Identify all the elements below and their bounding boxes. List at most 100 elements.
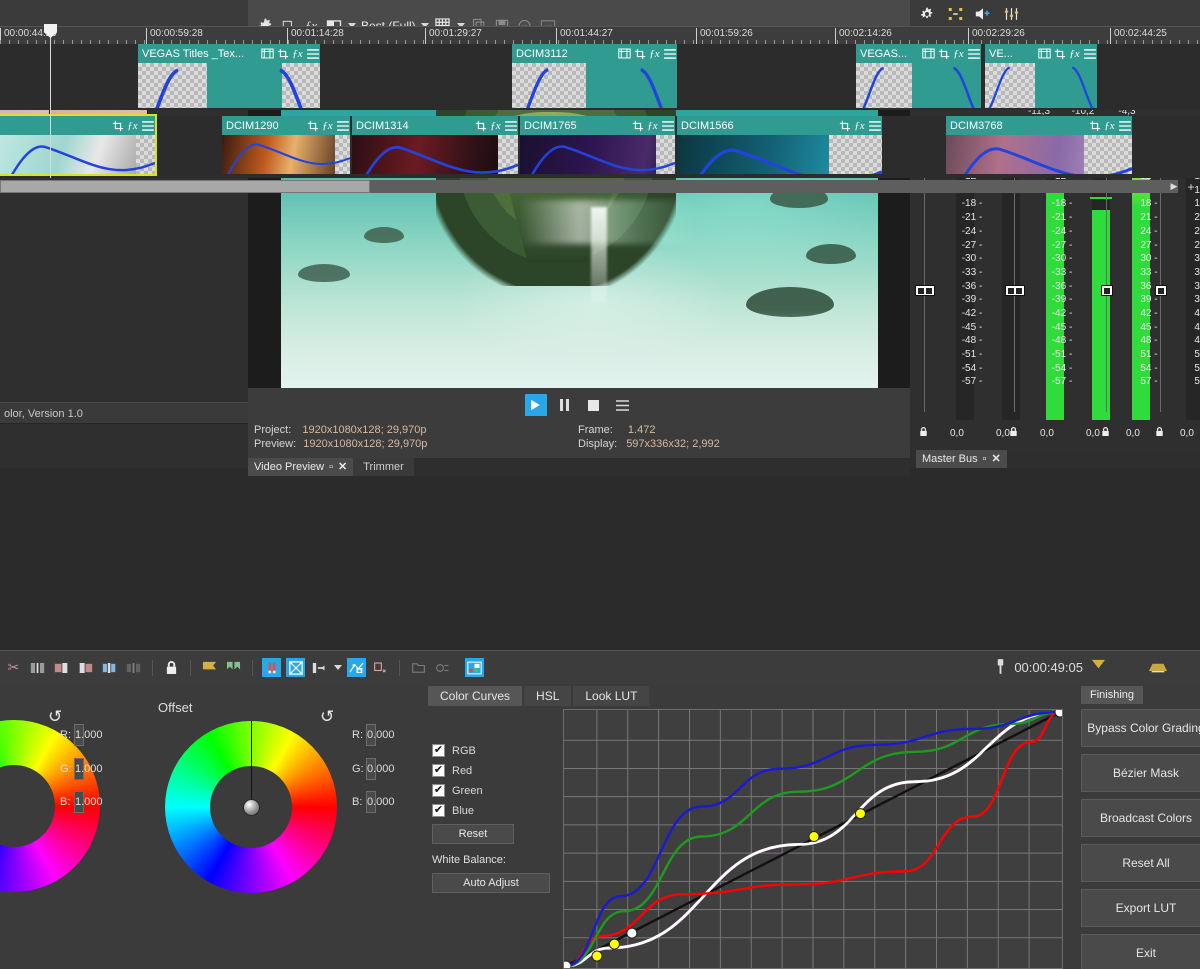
scroll-right-icon[interactable]: ▶ [1166, 180, 1182, 193]
tab-finishing[interactable]: Finishing [1081, 686, 1144, 704]
clip-body[interactable] [138, 63, 320, 108]
channel-fader[interactable] [915, 285, 935, 296]
lock-icon[interactable] [162, 658, 181, 677]
trim-left-icon[interactable] [52, 658, 71, 677]
split-icon[interactable] [28, 658, 47, 677]
event-fx-icon[interactable]: ƒx [1102, 118, 1117, 133]
clip-header[interactable]: VE... ƒx [985, 44, 1097, 63]
gain-red-value[interactable]: 1.000 [74, 724, 103, 746]
trim-out-icon[interactable] [124, 658, 143, 677]
timeline-cursor[interactable] [50, 26, 51, 178]
timeline-track-1[interactable]: VEGAS Titles _Tex... ƒx DCIM3112 ƒx VEGAS.… [0, 44, 1200, 110]
audio-routing-icon[interactable] [946, 5, 964, 23]
event-menu-icon[interactable] [1117, 118, 1132, 133]
gain-blue-value[interactable]: 1.000 [74, 791, 103, 813]
play-icon[interactable] [524, 394, 547, 416]
event-fx-icon[interactable]: ƒx [125, 118, 140, 133]
lock-icon[interactable] [1155, 426, 1164, 440]
timeline-clip[interactable]: DCIM3768 ƒx [946, 116, 1132, 174]
clip-header[interactable]: VEGAS... ƒx [856, 44, 981, 63]
exit-button[interactable]: Exit [1081, 934, 1200, 969]
timeline-clip[interactable]: DCIM3112 ƒx [512, 44, 677, 108]
clip-body[interactable] [856, 63, 981, 108]
trim-in-icon[interactable] [100, 658, 119, 677]
event-fx-icon[interactable]: ƒx [290, 46, 305, 61]
clip-body[interactable] [946, 135, 1132, 174]
auto-adjust-button[interactable]: Auto Adjust [432, 873, 550, 893]
event-fx-icon[interactable]: ƒx [488, 118, 503, 133]
timeline-horizontal-scrollbar[interactable] [0, 180, 1178, 193]
color-wheel-offset[interactable] [165, 721, 337, 893]
list-menu-icon[interactable] [612, 394, 634, 416]
checkbox-red[interactable]: ✔ Red [432, 764, 552, 777]
reset-all-button[interactable]: Reset All [1081, 844, 1200, 882]
event-menu-icon[interactable] [140, 118, 155, 133]
event-menu-icon[interactable] [503, 118, 518, 133]
timeline-clip[interactable]: DCIM1290 ƒx [222, 116, 350, 174]
clip-header[interactable]: ƒx [0, 116, 155, 135]
event-pan-crop-icon[interactable] [630, 118, 645, 133]
checkbox-blue-box[interactable]: ✔ [432, 804, 445, 817]
event-pan-crop-icon[interactable] [837, 118, 852, 133]
gain-red-field[interactable]: R: 1.000 [60, 724, 103, 746]
clip-header[interactable]: DCIM1314 ƒx [352, 116, 518, 135]
event-menu-icon[interactable] [1082, 46, 1097, 61]
lock-icon[interactable] [919, 426, 928, 440]
event-media-icon[interactable] [921, 46, 936, 61]
checkbox-rgb-box[interactable]: ✔ [432, 744, 445, 757]
event-fx-icon[interactable]: ƒx [647, 46, 662, 61]
event-fx-icon[interactable]: ƒx [320, 118, 335, 133]
event-fx-icon[interactable]: ƒx [852, 118, 867, 133]
gain-blue-field[interactable]: B: 1.000 [60, 791, 103, 813]
trim-right-icon[interactable] [76, 658, 95, 677]
clip-body[interactable] [985, 63, 1097, 108]
previous-frame-icon[interactable]: ✂ [4, 658, 23, 677]
event-menu-icon[interactable] [335, 118, 350, 133]
color-wheel-offset-knob[interactable] [243, 799, 260, 816]
clip-body[interactable] [512, 63, 677, 108]
pause-icon[interactable] [554, 394, 576, 416]
lock-envelopes-icon[interactable] [347, 658, 366, 677]
event-media-icon[interactable] [260, 46, 275, 61]
event-fx-icon[interactable]: ƒx [645, 118, 660, 133]
timeline-clip[interactable]: ƒx [0, 114, 157, 176]
close-icon[interactable]: ✕ [992, 450, 1001, 468]
tab-look-lut[interactable]: Look LUT [573, 686, 650, 706]
event-pan-crop-icon[interactable] [632, 46, 647, 61]
lock-icon[interactable] [1009, 426, 1018, 440]
checkbox-rgb[interactable]: ✔ RGB [432, 744, 552, 757]
channel-fader[interactable] [1101, 285, 1113, 296]
offset-blue-value[interactable]: 0.000 [366, 791, 395, 813]
tab-master-bus[interactable]: Master Bus ▫ ✕ [916, 450, 1007, 468]
event-fx-icon[interactable]: ƒx [1067, 46, 1082, 61]
gain-green-field[interactable]: G: 1.000 [60, 758, 103, 780]
timeline-timecode[interactable]: 00:00:49:05 [1014, 660, 1083, 675]
event-pan-crop-icon[interactable] [936, 46, 951, 61]
clip-body[interactable] [222, 135, 350, 174]
tab-color-curves[interactable]: Color Curves [428, 686, 523, 706]
edit-details-icon[interactable] [409, 658, 428, 677]
mute-all-icon[interactable] [974, 5, 992, 23]
timeline-panel[interactable]: 00:00:44:29 00:00:59:28 00:01:14:28 00:01:2… [0, 0, 1200, 216]
auto-crossfade-icon[interactable] [286, 658, 305, 677]
mixer-faders-icon[interactable] [1002, 5, 1020, 23]
clip-header[interactable]: DCIM1290 ƒx [222, 116, 350, 135]
broadcast-colors-button[interactable]: Broadcast Colors [1081, 799, 1200, 837]
event-menu-icon[interactable] [867, 118, 882, 133]
clip-body[interactable] [677, 135, 882, 174]
event-menu-icon[interactable] [966, 46, 981, 61]
marker-icon[interactable] [200, 658, 219, 677]
export-lut-button[interactable]: Export LUT [1081, 889, 1200, 927]
gear-icon[interactable] [918, 5, 936, 23]
gain-green-value[interactable]: 1.000 [74, 758, 103, 780]
mixer-console-icon[interactable] [465, 658, 484, 677]
float-icon[interactable]: ▫ [983, 450, 987, 468]
clip-header[interactable]: VEGAS Titles _Tex... ƒx [138, 44, 320, 63]
tab-hsl[interactable]: HSL [524, 686, 572, 706]
region-icon[interactable] [224, 658, 243, 677]
ignore-grouping-icon[interactable] [371, 658, 390, 677]
timeline-clip[interactable]: VEGAS... ƒx [856, 44, 981, 108]
clip-header[interactable]: DCIM1566 ƒx [677, 116, 882, 135]
event-fx-icon[interactable]: ƒx [951, 46, 966, 61]
media-browser-toolbar[interactable] [0, 0, 248, 28]
